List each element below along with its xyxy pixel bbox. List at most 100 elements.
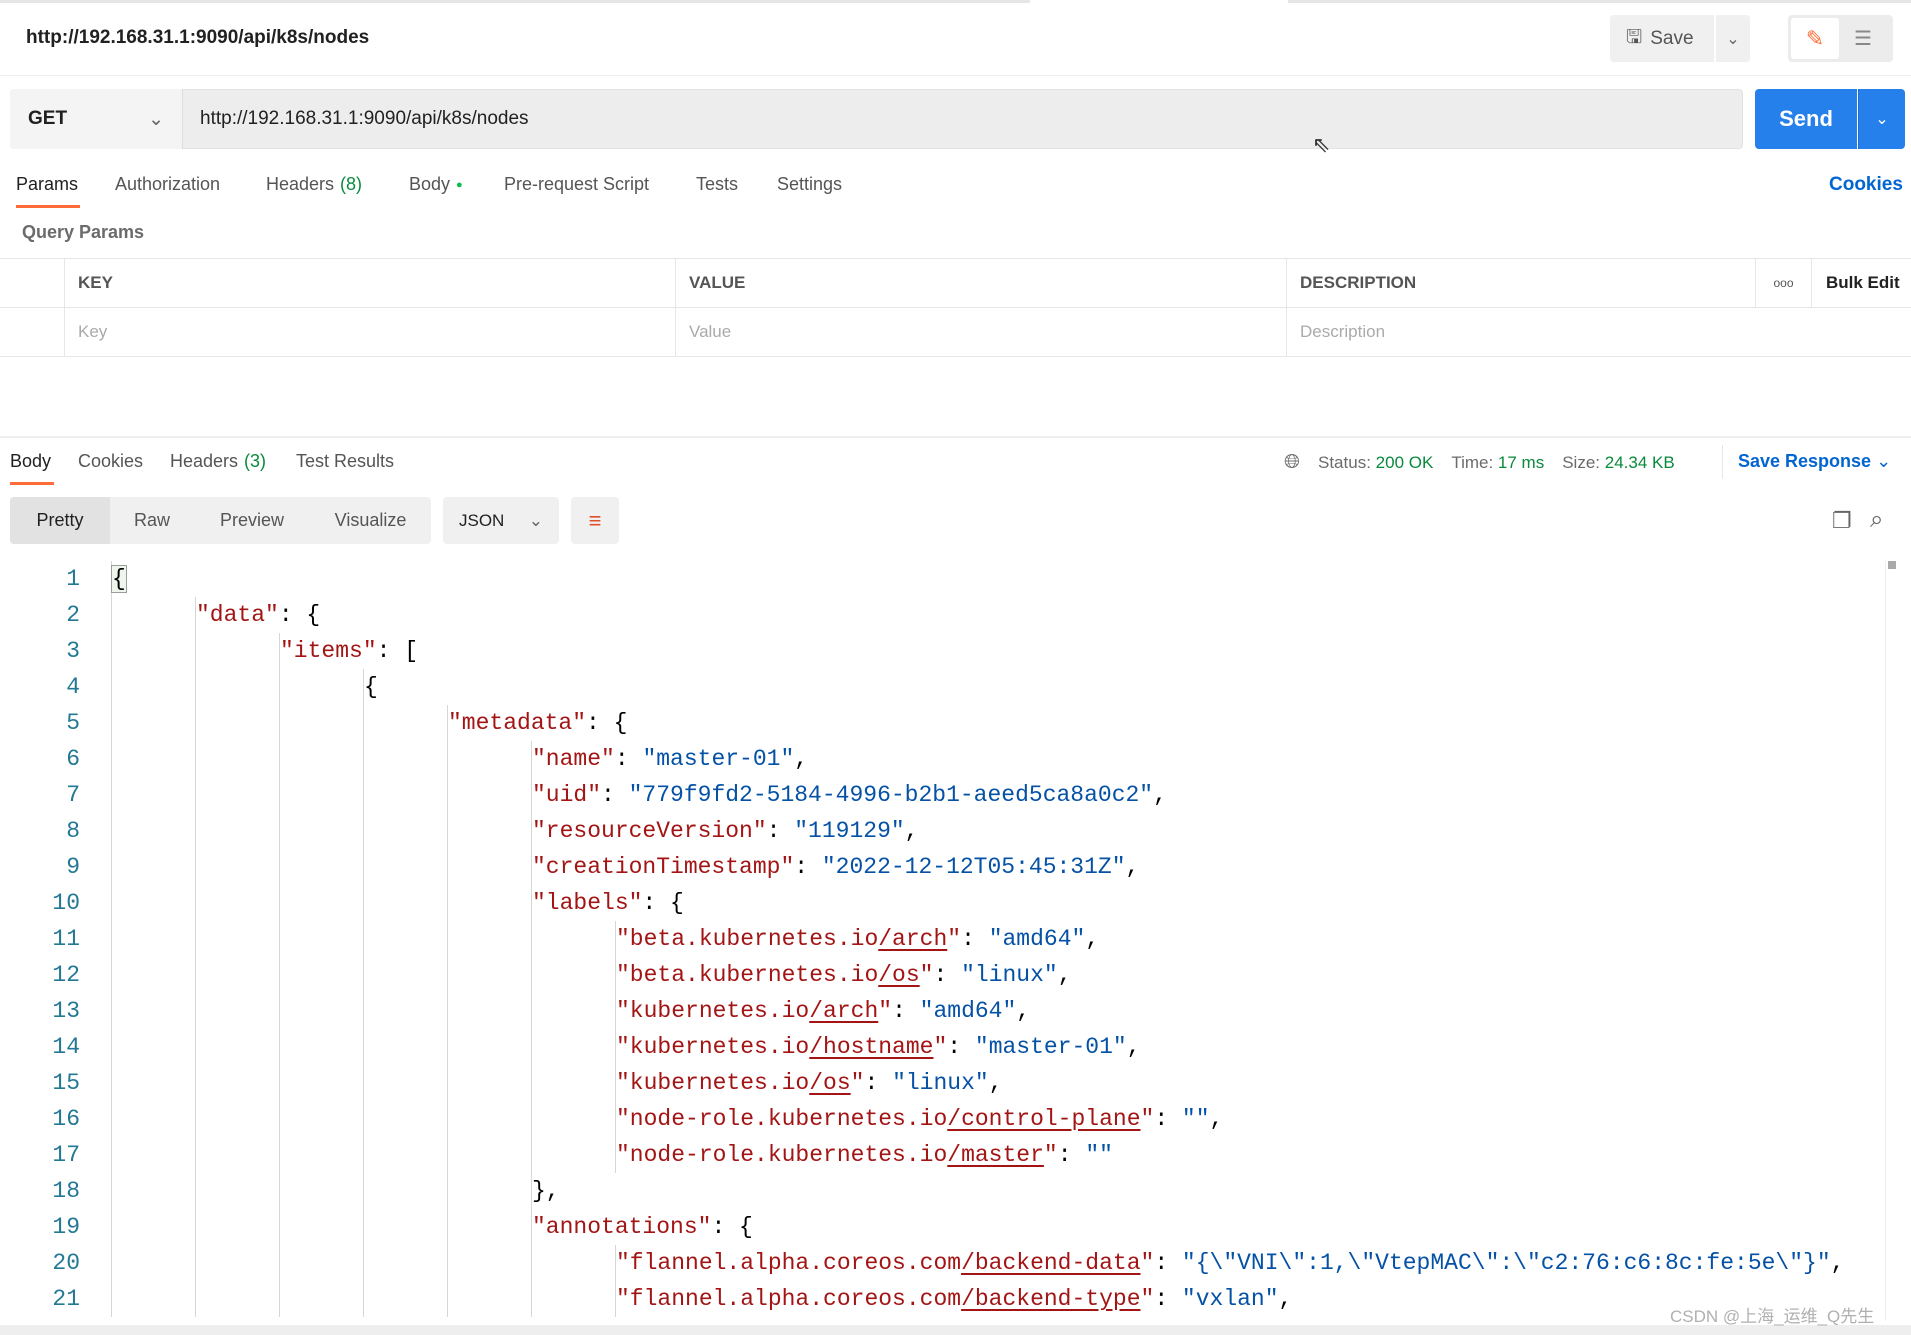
response-status: 🌐︎ Status: 200 OK Time: 17 ms Size: 24.3… xyxy=(1284,451,1675,474)
indent-guide xyxy=(447,849,448,885)
chevron-down-icon: ⌄ xyxy=(1876,451,1892,471)
code-line: 20 "flannel.alpha.coreos.com/backend-data… xyxy=(0,1245,1880,1281)
format-select[interactable]: JSON ⌄ xyxy=(443,497,559,544)
response-body-editor[interactable]: 1{2 "data": {3 "items": [4{5 "metadata": {6… xyxy=(0,561,1880,1317)
code-line: 14 "kubernetes.io/hostname": "master-01", xyxy=(0,1029,1880,1065)
indent-guide xyxy=(195,993,196,1029)
json-key: /hostname xyxy=(809,1034,934,1060)
indent-guide xyxy=(279,777,280,813)
json-punct: , xyxy=(1830,1250,1845,1276)
json-string: "119129" xyxy=(794,818,905,844)
line-number: 10 xyxy=(52,890,80,916)
line-number: 4 xyxy=(66,674,80,700)
indent-guide xyxy=(279,705,280,741)
response-tab-test-results[interactable]: Test Results xyxy=(296,451,394,472)
indent-guide xyxy=(447,1281,448,1317)
json-punct: , xyxy=(1057,962,1072,988)
tab-body[interactable]: Body ● xyxy=(409,174,463,195)
response-tab-cookies[interactable]: Cookies xyxy=(78,451,143,472)
url-input[interactable]: http://192.168.31.1:9090/api/k8s/nodes xyxy=(200,108,529,130)
json-punct: : xyxy=(766,818,795,844)
json-punct: , xyxy=(1126,1034,1141,1060)
tab-tests[interactable]: Tests xyxy=(696,174,738,195)
query-params-table: KEY VALUE DESCRIPTION ooo Bulk Edit Key … xyxy=(0,258,1911,357)
tab-authorization[interactable]: Authorization xyxy=(115,174,220,195)
indent-guide xyxy=(531,1029,532,1065)
more-options-icon[interactable]: ooo xyxy=(1756,259,1812,307)
json-key: " xyxy=(1140,1250,1155,1276)
json-punct: , xyxy=(1125,854,1140,880)
line-number: 9 xyxy=(66,854,80,880)
json-key: "flannel.alpha.coreos.com xyxy=(616,1250,962,1276)
send-dropdown-button[interactable]: ⌄ xyxy=(1858,89,1905,149)
indent-guide xyxy=(363,957,364,993)
indent-guide xyxy=(363,813,364,849)
code-line: 4{ xyxy=(0,669,1880,705)
tab-pre-request-script[interactable]: Pre-request Script xyxy=(504,174,649,195)
description-input[interactable]: Description xyxy=(1287,308,1911,356)
code-line: 12 "beta.kubernetes.io/os": "linux", xyxy=(0,957,1880,993)
indent-guide xyxy=(195,1065,196,1101)
view-visualize[interactable]: Visualize xyxy=(310,497,431,544)
indent-guide xyxy=(363,1101,364,1137)
indent-guide xyxy=(111,1029,112,1065)
key-input[interactable]: Key xyxy=(65,308,676,356)
indent-guide xyxy=(195,885,196,921)
json-key: /control-plane xyxy=(947,1106,1141,1132)
mode-toggle: ✎ ☰ xyxy=(1788,15,1893,62)
tab-params[interactable]: Params xyxy=(16,174,78,195)
json-string: "{\"VNI\":1,\"VtepMAC\":\"c2:76:c6:8c:fe… xyxy=(1181,1250,1831,1276)
method-select[interactable]: GET ⌄ xyxy=(10,89,183,149)
json-key: "kubernetes.io xyxy=(616,998,810,1024)
indent-guide xyxy=(111,1101,112,1137)
save-button[interactable]: 🖫 Save xyxy=(1610,15,1714,62)
json-key: "beta.kubernetes.io xyxy=(616,926,879,952)
copy-icon[interactable]: ❐ xyxy=(1832,508,1852,534)
value-input[interactable]: Value xyxy=(676,308,1287,356)
view-pretty[interactable]: Pretty xyxy=(10,497,110,544)
indent-guide xyxy=(363,849,364,885)
code-line: 9 "creationTimestamp": "2022-12-12T05:45:… xyxy=(0,849,1880,885)
indent-guide xyxy=(447,1101,448,1137)
bulk-edit-button[interactable]: Bulk Edit xyxy=(1812,259,1911,307)
indent-guide xyxy=(447,1173,448,1209)
json-key: "data" xyxy=(196,602,279,628)
code-line: 16 "node-role.kubernetes.io/control-plane… xyxy=(0,1101,1880,1137)
json-key: "node-role.kubernetes.io xyxy=(616,1142,948,1168)
globe-icon[interactable]: 🌐︎ xyxy=(1284,451,1300,474)
code-line: 7 "uid": "779f9fd2-5184-4996-b2b1-aeed5ca… xyxy=(0,777,1880,813)
indent-guide xyxy=(111,921,112,957)
pencil-icon[interactable]: ✎ xyxy=(1791,18,1839,59)
json-punct: , xyxy=(1085,926,1100,952)
indent-guide xyxy=(447,921,448,957)
json-key: /backend-data xyxy=(961,1250,1141,1276)
json-key: /arch xyxy=(809,998,879,1024)
indent-guide xyxy=(447,741,448,777)
cookies-link[interactable]: Cookies xyxy=(1829,174,1903,196)
tab-headers[interactable]: Headers (8) xyxy=(266,174,362,195)
json-key: "items" xyxy=(280,638,377,664)
search-icon[interactable]: ⌕ xyxy=(1870,506,1883,534)
scrollbar[interactable] xyxy=(1885,561,1886,1321)
chevron-down-icon: ⌄ xyxy=(1875,111,1889,128)
chevron-down-icon: ⌄ xyxy=(1726,30,1740,48)
comment-icon[interactable]: ☰ xyxy=(1839,18,1887,59)
scrollbar-thumb[interactable] xyxy=(1888,561,1896,569)
save-dropdown-button[interactable]: ⌄ xyxy=(1716,15,1750,62)
tab-settings[interactable]: Settings xyxy=(777,174,842,195)
view-raw[interactable]: Raw xyxy=(110,497,194,544)
json-key: "labels" xyxy=(532,890,643,916)
json-punct: : xyxy=(933,962,962,988)
indent-guide xyxy=(111,957,112,993)
wrap-lines-icon[interactable]: ≡ xyxy=(571,497,619,544)
indent-guide xyxy=(111,1065,112,1101)
json-punct: : xyxy=(947,1034,975,1060)
send-button[interactable]: Send xyxy=(1755,89,1857,149)
indent-guide xyxy=(111,849,112,885)
indent-guide xyxy=(363,1065,364,1101)
response-tab-headers[interactable]: Headers (3) xyxy=(170,451,266,472)
view-preview[interactable]: Preview xyxy=(194,497,310,544)
indent-guide xyxy=(195,1029,196,1065)
save-response-button[interactable]: Save Response ⌄ xyxy=(1738,451,1891,472)
response-tab-body[interactable]: Body xyxy=(10,451,51,472)
